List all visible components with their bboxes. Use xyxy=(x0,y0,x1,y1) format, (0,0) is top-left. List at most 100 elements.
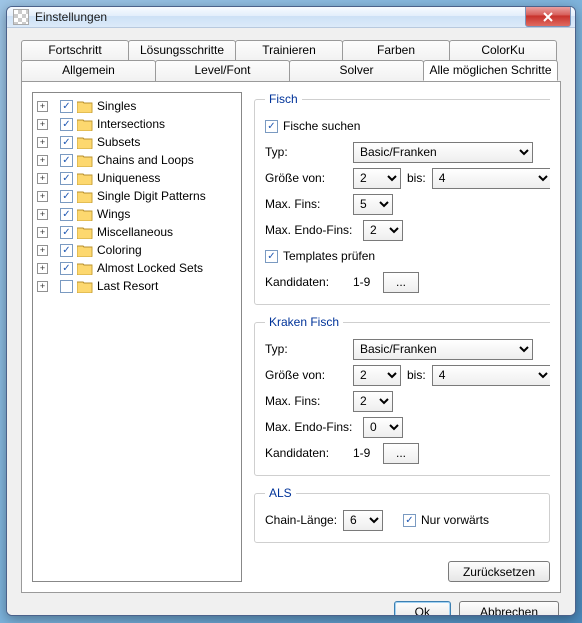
tab-solver[interactable]: Solver xyxy=(289,60,424,81)
expand-icon[interactable]: + xyxy=(37,137,48,148)
fische-suchen-label: Fische suchen xyxy=(283,119,360,133)
expand-icon[interactable]: + xyxy=(37,227,48,238)
expand-icon[interactable]: + xyxy=(37,209,48,220)
tab-fortschritt[interactable]: Fortschritt xyxy=(21,40,129,61)
tab-farben[interactable]: Farben xyxy=(342,40,450,61)
tab-strip: Fortschritt Lösungsschritte Trainieren F… xyxy=(21,40,561,82)
als-chain-select[interactable]: 6 xyxy=(343,510,383,531)
fisch-maxfins-select[interactable]: 5 xyxy=(353,194,393,215)
fisch-groesse-to-select[interactable]: 4 xyxy=(432,168,550,189)
tab-allgemein[interactable]: Allgemein xyxy=(21,60,156,81)
tree-item[interactable]: +✓Miscellaneous xyxy=(35,223,239,241)
reset-button[interactable]: Zurücksetzen xyxy=(448,561,550,582)
tree-checkbox[interactable]: ✓ xyxy=(60,190,73,203)
tree-item-label: Coloring xyxy=(97,243,142,257)
tree-checkbox[interactable]: ✓ xyxy=(60,172,73,185)
options-panel: Fisch ✓ Fische suchen Typ: Basic/Franken… xyxy=(254,92,550,582)
tree-item-label: Chains and Loops xyxy=(97,153,194,167)
expand-icon[interactable]: + xyxy=(37,119,48,130)
expand-icon[interactable]: + xyxy=(37,263,48,274)
tree-checkbox[interactable]: ✓ xyxy=(60,244,73,257)
templates-pruefen-checkbox[interactable]: ✓ xyxy=(265,250,278,263)
kraken-typ-label: Typ: xyxy=(265,342,353,356)
nur-vorwaerts-label: Nur vorwärts xyxy=(421,513,489,527)
tree-item[interactable]: +✓Intersections xyxy=(35,115,239,133)
kraken-groesse-label: Größe von: xyxy=(265,368,353,382)
expand-icon[interactable]: + xyxy=(37,245,48,256)
expand-icon[interactable]: + xyxy=(37,101,48,112)
folder-icon xyxy=(77,136,93,149)
tree-checkbox[interactable]: ✓ xyxy=(60,136,73,149)
folder-icon xyxy=(77,226,93,239)
kraken-legend: Kraken Fisch xyxy=(265,315,343,329)
techniques-tree[interactable]: +✓Singles+✓Intersections+✓Subsets+✓Chain… xyxy=(32,92,242,582)
tree-checkbox[interactable]: ✓ xyxy=(60,118,73,131)
expand-icon[interactable]: + xyxy=(37,173,48,184)
tree-item[interactable]: + ✓ Subsets xyxy=(35,133,239,151)
tab-pane: +✓Singles+✓Intersections+✓Subsets+✓Chain… xyxy=(21,81,561,593)
tree-item[interactable]: +✓Single Digit Patterns xyxy=(35,187,239,205)
fisch-maxendo-label: Max. Endo-Fins: xyxy=(265,223,363,237)
expand-icon[interactable]: + xyxy=(37,155,48,166)
tree-checkbox[interactable]: ✓ xyxy=(60,226,73,239)
tree-checkbox[interactable] xyxy=(60,280,73,293)
tree-item-label: Last Resort xyxy=(97,279,158,293)
expand-icon[interactable]: + xyxy=(37,281,48,292)
fisch-typ-label: Typ: xyxy=(265,145,353,159)
dialog-buttons: Ok Abbrechen xyxy=(21,593,561,616)
fisch-bis-label: bis: xyxy=(407,171,426,185)
close-button[interactable] xyxy=(525,7,571,27)
expand-icon[interactable]: + xyxy=(37,191,48,202)
tree-item[interactable]: + ✓ Uniqueness xyxy=(35,169,239,187)
kraken-maxfins-label: Max. Fins: xyxy=(265,394,353,408)
tree-item-label: Wings xyxy=(97,207,130,221)
fisch-groesse-label: Größe von: xyxy=(265,171,353,185)
folder-icon xyxy=(77,154,93,167)
nur-vorwaerts-checkbox[interactable]: ✓ xyxy=(403,514,416,527)
tab-loesungsschritte[interactable]: Lösungsschritte xyxy=(128,40,236,61)
fisch-maxfins-label: Max. Fins: xyxy=(265,197,353,211)
fisch-legend: Fisch xyxy=(265,92,302,106)
tab-level-font[interactable]: Level/Font xyxy=(155,60,290,81)
fisch-kandidaten-button[interactable]: ... xyxy=(383,272,419,293)
tree-checkbox[interactable]: ✓ xyxy=(60,208,73,221)
templates-pruefen-label: Templates prüfen xyxy=(283,249,375,263)
folder-icon xyxy=(77,190,93,203)
cancel-button[interactable]: Abbrechen xyxy=(459,601,559,616)
fisch-groesse-from-select[interactable]: 2 xyxy=(353,168,401,189)
kraken-typ-select[interactable]: Basic/Franken xyxy=(353,339,533,360)
kraken-groesse-to-select[interactable]: 4 xyxy=(432,365,550,386)
tree-item[interactable]: + ✓ Chains and Loops xyxy=(35,151,239,169)
tab-trainieren[interactable]: Trainieren xyxy=(235,40,343,61)
tab-colorku[interactable]: ColorKu xyxy=(449,40,557,61)
tree-item[interactable]: +✓Almost Locked Sets xyxy=(35,259,239,277)
kraken-maxendo-select[interactable]: 0 xyxy=(363,417,403,438)
als-group: ALS Chain-Länge: 6 ✓ Nur vorwärts xyxy=(254,486,550,543)
tree-item[interactable]: +✓Singles xyxy=(35,97,239,115)
tree-item-label: Uniqueness xyxy=(97,171,160,185)
tree-checkbox[interactable]: ✓ xyxy=(60,262,73,275)
tree-checkbox[interactable]: ✓ xyxy=(60,100,73,113)
folder-icon xyxy=(77,244,93,257)
tab-alle-moeglichen-schritte[interactable]: Alle möglichen Schritte xyxy=(423,60,558,81)
folder-icon xyxy=(77,100,93,113)
fisch-typ-select[interactable]: Basic/Franken xyxy=(353,142,533,163)
tree-checkbox[interactable]: ✓ xyxy=(60,154,73,167)
tree-item[interactable]: + ✓ Wings xyxy=(35,205,239,223)
tree-item[interactable]: + Last Resort xyxy=(35,277,239,295)
kraken-groesse-from-select[interactable]: 2 xyxy=(353,365,401,386)
tree-item[interactable]: + ✓ Coloring xyxy=(35,241,239,259)
fische-suchen-checkbox[interactable]: ✓ xyxy=(265,120,278,133)
tree-item-label: Subsets xyxy=(97,135,140,149)
fisch-maxendo-select[interactable]: 2 xyxy=(363,220,403,241)
folder-icon xyxy=(77,172,93,185)
kraken-maxfins-select[interactable]: 2 xyxy=(353,391,393,412)
folder-icon xyxy=(77,262,93,275)
fisch-group: Fisch ✓ Fische suchen Typ: Basic/Franken… xyxy=(254,92,550,305)
fisch-kandidaten-label: Kandidaten: xyxy=(265,275,353,289)
ok-button[interactable]: Ok xyxy=(394,601,451,616)
folder-icon xyxy=(77,118,93,131)
kraken-kandidaten-button[interactable]: ... xyxy=(383,443,419,464)
als-chain-label: Chain-Länge: xyxy=(265,513,343,527)
als-legend: ALS xyxy=(265,486,296,500)
